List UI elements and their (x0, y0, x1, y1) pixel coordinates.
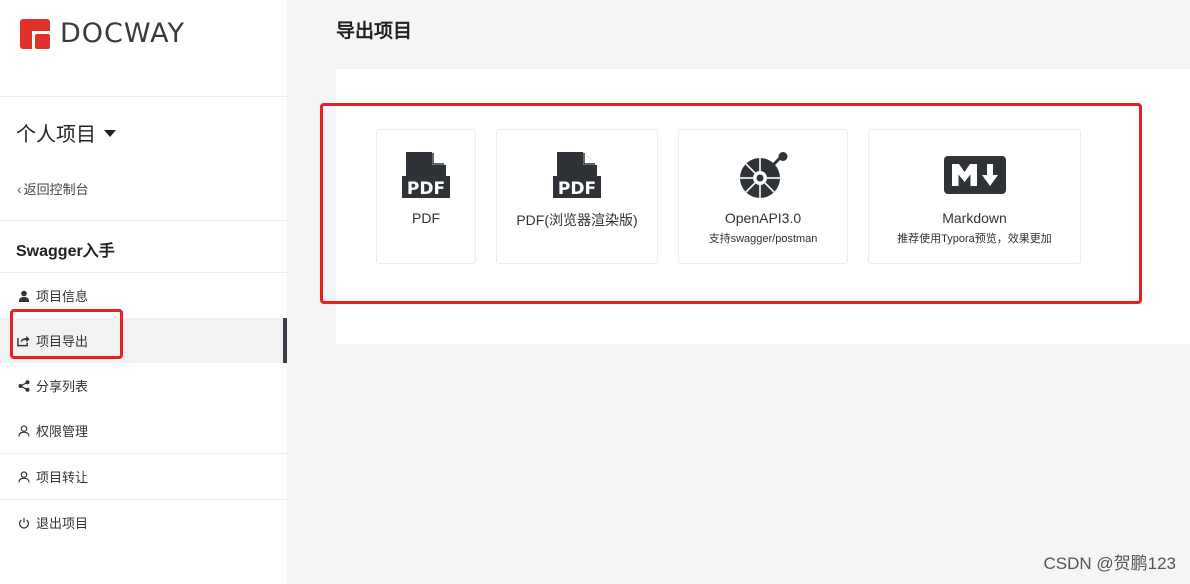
project-switcher-label: 个人项目 (16, 124, 96, 146)
divider (0, 96, 287, 97)
back-link-label: 返回控制台 (23, 182, 89, 197)
pdf-icon: PDF (402, 152, 450, 198)
caret-down-icon (104, 130, 116, 137)
chevron-left-icon: ‹ (17, 180, 22, 197)
divider (0, 220, 287, 221)
markdown-icon (943, 156, 1006, 194)
share-out-icon (17, 334, 30, 347)
export-option-name: Markdown (942, 210, 1007, 226)
sidebar-item-label: 项目信息 (36, 289, 89, 304)
brand-name: DOCWAY (60, 18, 185, 49)
export-option-markdown[interactable]: Markdown 推荐使用Typora预览，效果更加 (868, 129, 1081, 264)
sidebar-item-leave-project[interactable]: 退出项目 (0, 500, 287, 545)
user-icon (17, 289, 30, 302)
user-transfer-icon (17, 470, 30, 483)
sidebar-item-label: 项目导出 (36, 334, 89, 349)
user-outline-icon (17, 424, 30, 437)
sidebar-item-project-export[interactable]: 项目导出 (0, 318, 287, 363)
svg-text:PDF: PDF (407, 179, 445, 198)
export-option-subtitle: 推荐使用Typora预览，效果更加 (897, 233, 1052, 245)
sidebar-item-label: 退出项目 (36, 516, 89, 531)
project-switcher[interactable]: 个人项目 (16, 118, 116, 147)
back-to-console-link[interactable]: ‹ 返回控制台 (17, 179, 89, 198)
project-name: Swagger入手 (16, 243, 115, 260)
export-option-name: PDF(浏览器渲染版) (516, 212, 638, 228)
openapi-icon (740, 152, 788, 198)
share-icon (17, 379, 30, 392)
sidebar-item-project-info[interactable]: 项目信息 (0, 273, 287, 318)
export-option-subtitle: 支持swagger/postman (708, 233, 818, 245)
svg-text:PDF: PDF (558, 179, 596, 198)
sidebar-item-share-list[interactable]: 分享列表 (0, 363, 287, 408)
export-option-openapi[interactable]: OpenAPI3.0 支持swagger/postman (678, 129, 848, 264)
brand-logo[interactable]: DOCWAY (20, 18, 185, 49)
sidebar-item-label: 分享列表 (36, 379, 89, 394)
export-option-name: PDF (412, 210, 440, 226)
docway-logo-icon (20, 18, 50, 49)
power-icon (17, 516, 30, 529)
sidebar-item-permissions[interactable]: 权限管理 (0, 408, 287, 453)
watermark: CSDN @贺鹏123 (1043, 554, 1176, 573)
export-option-name: OpenAPI3.0 (724, 210, 802, 226)
sidebar: DOCWAY 个人项目 ‹ 返回控制台 Swagger入手 项目信息 项目导出 … (0, 0, 287, 584)
sidebar-item-transfer[interactable]: 项目转让 (0, 454, 287, 499)
pdf-icon: PDF (553, 152, 601, 198)
export-option-pdf[interactable]: PDF PDF (376, 129, 476, 264)
sidebar-item-label: 项目转让 (36, 470, 89, 485)
page-title: 导出项目 (336, 21, 413, 42)
export-option-pdf-browser[interactable]: PDF PDF(浏览器渲染版) (496, 129, 658, 264)
sidebar-item-label: 权限管理 (36, 424, 89, 439)
